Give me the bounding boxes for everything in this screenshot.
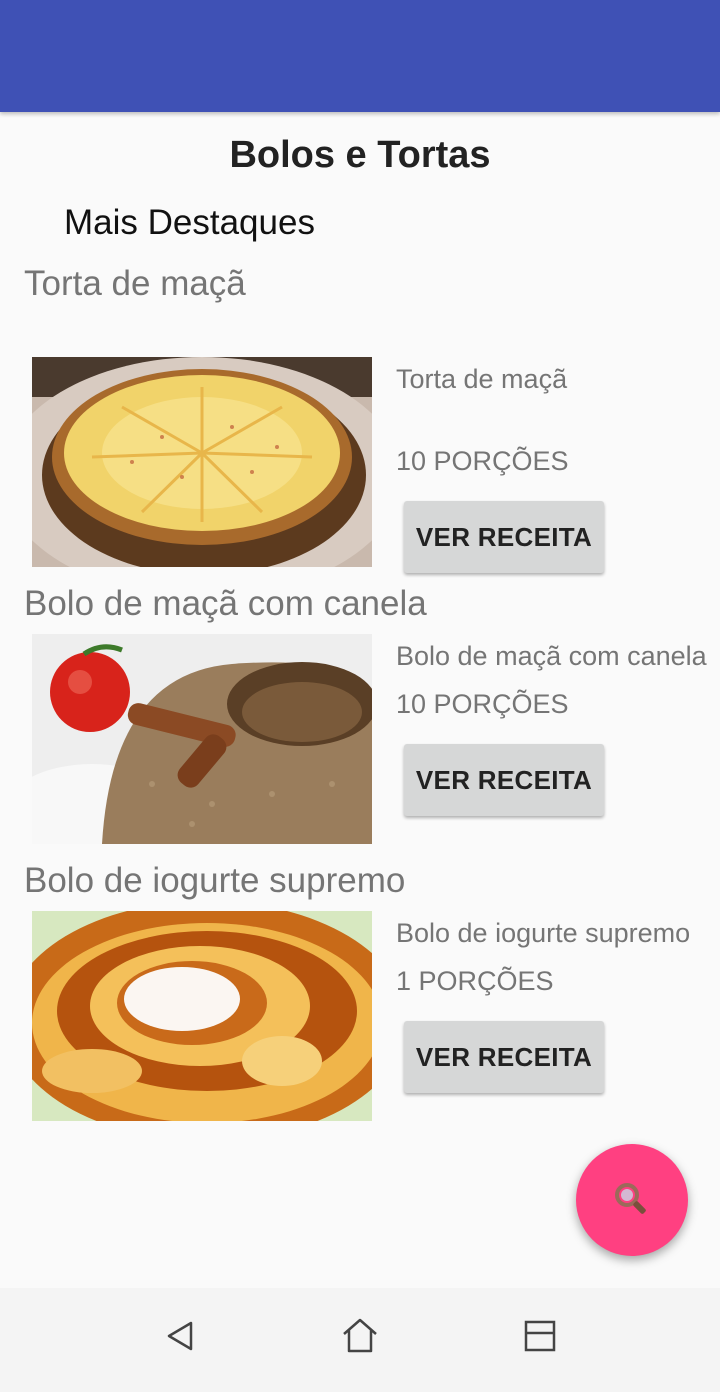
recipe-heading: Bolo de maçã com canela	[24, 584, 427, 623]
search-fab-button[interactable]	[576, 1144, 688, 1256]
apple-pie-photo[interactable]	[32, 357, 372, 567]
recipe-heading: Bolo de iogurte supremo	[24, 861, 406, 900]
system-navigation-bar	[0, 1288, 720, 1392]
recipe-name: Torta de maçã	[396, 364, 568, 394]
recipe-portions: 10 PORÇÕES	[396, 689, 569, 719]
recipe-name: Bolo de maçã com canela	[396, 641, 707, 671]
recipe-portions: 1 PORÇÕES	[396, 966, 554, 996]
app-bar	[0, 0, 720, 112]
yogurt-cake-photo[interactable]	[32, 911, 372, 1121]
recents-icon[interactable]	[516, 1312, 564, 1360]
apple-cinnamon-cake-photo[interactable]	[32, 634, 372, 844]
ver-receita-button[interactable]: VER RECEITA	[404, 744, 604, 816]
home-icon[interactable]	[336, 1312, 384, 1360]
section-title: Mais Destaques	[64, 203, 315, 242]
page-title: Bolos e Tortas	[229, 134, 491, 176]
recipe-name: Bolo de iogurte supremo	[396, 918, 691, 948]
recipe-heading: Torta de maçã	[24, 264, 246, 303]
ver-receita-button[interactable]: VER RECEITA	[404, 1021, 604, 1093]
recipe-portions: 10 PORÇÕES	[396, 446, 569, 476]
ver-receita-button[interactable]: VER RECEITA	[404, 501, 604, 573]
search-icon	[615, 1183, 646, 1214]
back-icon[interactable]	[156, 1312, 204, 1360]
